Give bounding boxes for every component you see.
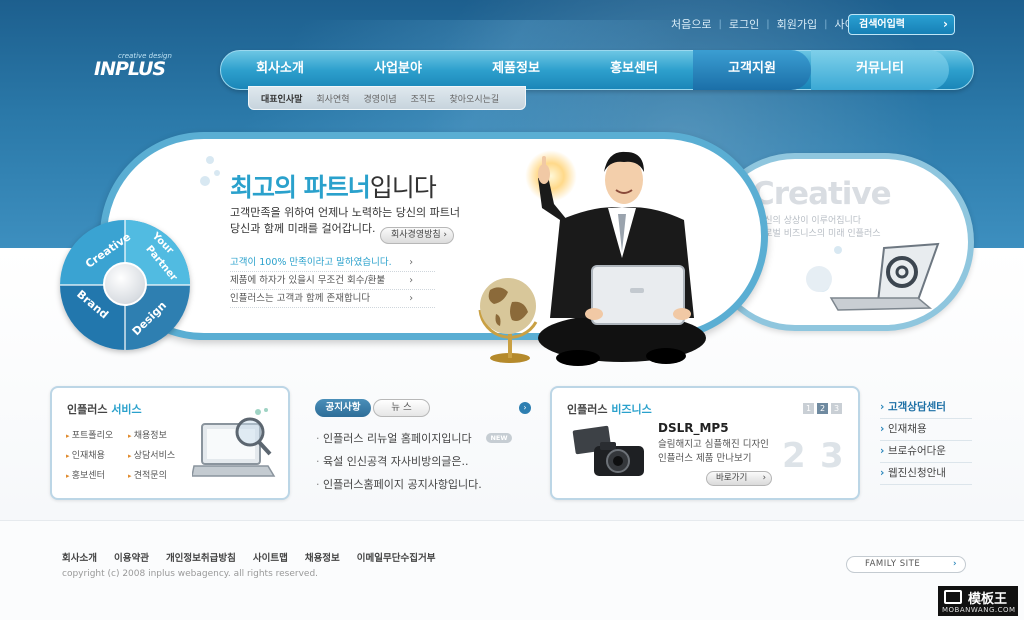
product-description: 슬림해지고 심플해진 디자인 인플러스 제품 만나보기 — [658, 439, 769, 464]
chevron-right-icon: › — [952, 559, 957, 569]
watermark-text: 模板王 — [968, 592, 1008, 607]
side-link-hiring[interactable]: 인재채용 — [880, 419, 972, 441]
businessman-image — [538, 151, 706, 366]
logo-text: INPLUS — [94, 58, 166, 80]
service-title: 인플러스 서비스 — [67, 403, 142, 416]
chevron-right-icon: › — [762, 473, 766, 483]
policy-button-label: 회사경영방침 — [391, 230, 441, 240]
subnav-directions[interactable]: 찾아오시는길 — [450, 92, 500, 105]
product-name: DSLR_MP5 — [658, 421, 729, 435]
hero-sub-line-1: 고객만족을 위하여 언제나 노력하는 당신의 파트너 — [230, 206, 461, 219]
slide-number-2: 2 — [782, 436, 806, 476]
subnav-organization[interactable]: 조직도 — [411, 92, 436, 105]
side-link-webzine[interactable]: 웹진신청안내 — [880, 463, 972, 485]
footer-link-recruit[interactable]: 채용정보 — [305, 550, 340, 564]
util-login-link[interactable]: 로그인 — [722, 16, 766, 32]
new-badge: NEW — [486, 433, 512, 443]
tab-news[interactable]: 뉴 스 — [373, 399, 430, 417]
util-home-link[interactable]: 처음으로 — [664, 16, 718, 32]
service-link-estimate[interactable]: 견적문의 — [128, 468, 167, 481]
page-2-button[interactable]: 2 — [817, 403, 828, 414]
footer-links: 회사소개 이용약관 개인정보취급방침 사이트맵 채용정보 이메일무단수집거부 — [62, 550, 452, 564]
footer-link-email-policy[interactable]: 이메일무단수집거부 — [357, 550, 436, 564]
footer-link-terms[interactable]: 이용약관 — [114, 550, 149, 564]
chevron-right-icon: › — [409, 293, 413, 304]
go-button-label: 바로가기 — [716, 473, 748, 483]
side-link-brochure[interactable]: 브로슈어다운 — [880, 441, 972, 463]
site-logo[interactable]: creative design INPLUS — [94, 52, 184, 80]
feature-list: 고객이 100% 만족이라고 말하였습니다. › 제품에 하자가 있을시 무조건 … — [230, 254, 435, 308]
notice-item[interactable]: 인플러스 리뉴얼 홈페이지입니다 — [316, 430, 472, 446]
search-placeholder: 검색어입력 — [859, 19, 905, 30]
subnav-history[interactable]: 회사연혁 — [316, 92, 349, 105]
feature-item[interactable]: 고객이 100% 만족이라고 말하였습니다. › — [230, 254, 435, 272]
family-site-select[interactable]: FAMILY SITE › — [846, 556, 966, 573]
more-arrow-icon[interactable]: › — [519, 402, 531, 414]
notice-item[interactable]: 인플러스홈페이지 공지사항입니다. — [316, 476, 482, 492]
page-3-button[interactable]: 3 — [831, 403, 842, 414]
nav-community[interactable]: 커뮤니티 — [811, 50, 949, 90]
footer-link-sitemap[interactable]: 사이트맵 — [253, 550, 288, 564]
watermark-url: MOBANWANG.COM — [942, 606, 1016, 614]
feature-item[interactable]: 인플러스는 고객과 함께 존재합니다 › — [230, 290, 435, 308]
business-title: 인플러스 비즈니스 — [567, 403, 652, 416]
globe-image — [478, 278, 538, 363]
decor-dot — [206, 156, 214, 164]
nav-support[interactable]: 고객지원 — [693, 50, 811, 90]
creative-tagline-1: 당신의 상상이 이루어집니다 — [756, 216, 862, 226]
service-link-portfolio[interactable]: 포트폴리오 — [66, 428, 113, 441]
nav-pr-center[interactable]: 홍보센터 — [575, 50, 693, 90]
main-nav: 회사소개 사업분야 제품정보 홍보센터 고객지원 커뮤니티 — [220, 50, 974, 90]
headline-rest: 입니다 — [369, 173, 437, 202]
footer-link-company[interactable]: 회사소개 — [62, 550, 97, 564]
creative-tagline-2: 글로벌 비즈니스의 미래 인플러스 — [756, 229, 881, 239]
decor-dot — [214, 170, 220, 176]
tab-notice[interactable]: 공지사항 — [315, 399, 371, 417]
nav-products[interactable]: 제품정보 — [457, 50, 575, 90]
subnav-greeting[interactable]: 대표인사말 — [261, 92, 302, 105]
headline-accent: 최고의 파트너 — [230, 173, 371, 202]
chevron-right-icon: › — [409, 275, 413, 286]
page-1-button[interactable]: 1 — [803, 403, 814, 414]
copyright-text: copyright (c) 2008 inplus webagency. all… — [62, 569, 319, 579]
go-button[interactable]: 바로가기 › — [706, 471, 772, 486]
camera-image — [572, 425, 644, 476]
search-input[interactable]: 검색어입력 › — [848, 14, 955, 35]
watermark-logo: 模板王 MOBANWANG.COM — [938, 586, 1018, 616]
footer-link-privacy[interactable]: 개인정보취급방침 — [166, 550, 236, 564]
service-link-pr-center[interactable]: 홍보센터 — [66, 468, 105, 481]
nav-company[interactable]: 회사소개 — [221, 50, 339, 90]
util-join-link[interactable]: 회원가입 — [770, 16, 824, 32]
laptop-magnifier-icon — [192, 408, 276, 477]
policy-button[interactable]: 회사경영방침 › — [380, 227, 454, 244]
laptop-at-icon — [829, 242, 940, 311]
decor-dot — [834, 246, 842, 254]
creative-watermark: Creative — [752, 176, 892, 212]
hero-headline: 최고의 파트너입니다 — [230, 168, 437, 204]
watermark-icon — [944, 590, 962, 604]
side-link-consult-center[interactable]: 고객상담센터 — [880, 397, 972, 419]
slide-number-3: 3 — [820, 436, 844, 476]
service-link-recruit-info[interactable]: 채용정보 — [128, 428, 167, 441]
decor-dot — [806, 266, 832, 292]
wheel-center — [103, 262, 147, 306]
subnav-philosophy[interactable]: 경영이념 — [364, 92, 397, 105]
service-link-hiring[interactable]: 인재채용 — [66, 448, 105, 461]
nav-business[interactable]: 사업분야 — [339, 50, 457, 90]
service-link-consulting[interactable]: 상담서비스 — [128, 448, 175, 461]
sub-nav: 대표인사말 회사연혁 경영이념 조직도 찾아오시는길 — [248, 86, 526, 110]
chevron-right-icon: › — [443, 230, 447, 240]
feature-item[interactable]: 제품에 하자가 있을시 무조건 회수/환불 › — [230, 272, 435, 290]
notice-item[interactable]: 육설 인신공격 자사비방의글은.. — [316, 453, 469, 469]
chevron-right-icon: › — [409, 257, 413, 268]
search-arrow-icon[interactable]: › — [943, 15, 948, 34]
family-site-label: FAMILY SITE — [865, 559, 921, 569]
decor-dot — [200, 176, 210, 186]
